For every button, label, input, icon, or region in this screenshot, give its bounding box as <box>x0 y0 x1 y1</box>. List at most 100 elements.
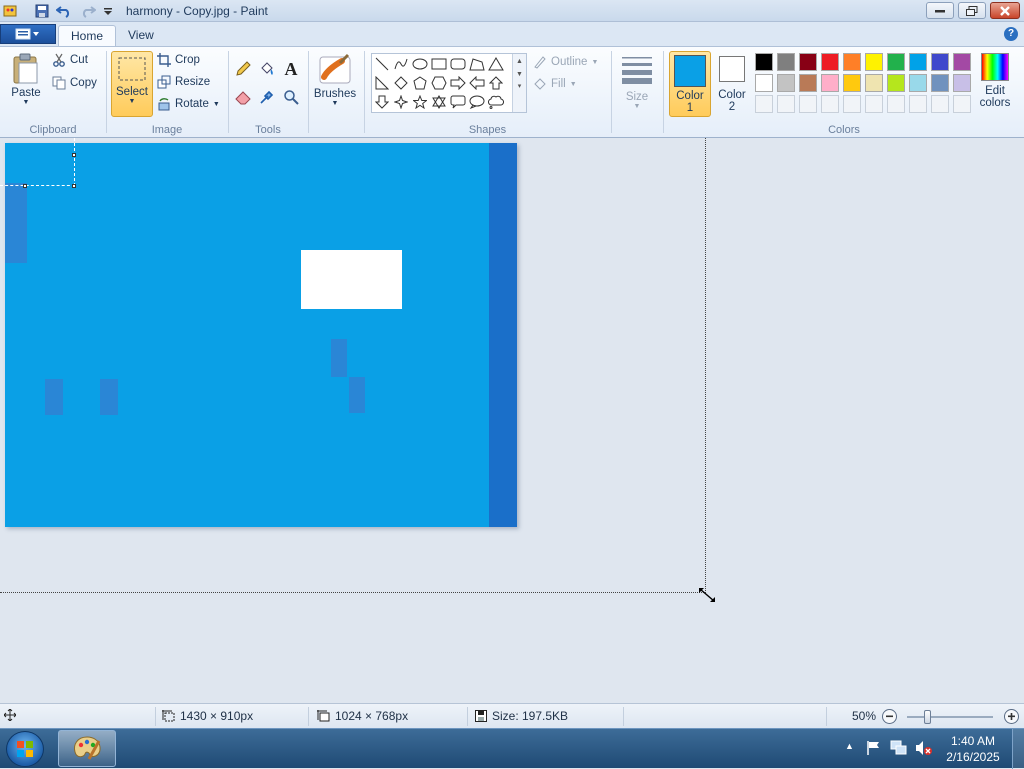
fill-button[interactable]: Fill ▼ <box>533 77 577 91</box>
zoom-slider-thumb[interactable] <box>924 710 931 724</box>
selection-handle[interactable] <box>23 184 27 188</box>
palette-color-swatch[interactable] <box>953 74 971 92</box>
taskbar-paint-button[interactable] <box>58 730 116 767</box>
paste-button[interactable]: Paste ▼ <box>6 53 46 106</box>
paint-app-icon[interactable] <box>2 3 18 19</box>
palette-color-swatch[interactable] <box>799 74 817 92</box>
palette-color-swatch[interactable] <box>909 74 927 92</box>
palette-color-swatch[interactable] <box>777 53 795 71</box>
zoom-slider[interactable] <box>907 710 993 724</box>
custom-color-slot[interactable] <box>931 95 949 113</box>
custom-color-slot[interactable] <box>843 95 861 113</box>
redo-icon[interactable] <box>80 3 96 19</box>
palette-color-swatch[interactable] <box>887 53 905 71</box>
zoom-in-button[interactable] <box>1004 709 1019 724</box>
network-icon[interactable] <box>890 740 908 759</box>
palette-color-swatch[interactable] <box>865 74 883 92</box>
curve-shape-icon[interactable] <box>392 55 410 73</box>
palette-color-swatch[interactable] <box>887 74 905 92</box>
text-tool-icon[interactable]: A <box>281 59 301 79</box>
cloud-callout-shape-icon[interactable] <box>487 93 505 111</box>
copy-button[interactable]: Copy <box>52 76 97 90</box>
rounded-callout-shape-icon[interactable] <box>449 93 467 111</box>
zoom-out-button[interactable] <box>882 709 897 724</box>
custom-color-slot[interactable] <box>865 95 883 113</box>
maximize-button[interactable] <box>958 2 986 19</box>
edit-colors-button[interactable]: Edit colors <box>976 53 1014 109</box>
color-picker-icon[interactable] <box>257 87 277 107</box>
custom-color-slot[interactable] <box>909 95 927 113</box>
canvas-image[interactable] <box>0 138 517 527</box>
tab-view[interactable]: View <box>116 25 166 46</box>
crop-button[interactable]: Crop <box>157 53 200 67</box>
down-arrow-shape-icon[interactable] <box>373 93 391 111</box>
palette-color-swatch[interactable] <box>755 74 773 92</box>
custom-color-slot[interactable] <box>799 95 817 113</box>
cut-button[interactable]: Cut <box>52 53 88 67</box>
custom-color-slot[interactable] <box>821 95 839 113</box>
five-point-star-shape-icon[interactable] <box>411 93 429 111</box>
undo-icon[interactable] <box>56 3 72 19</box>
eraser-icon[interactable] <box>233 87 253 107</box>
polygon-shape-icon[interactable] <box>468 55 486 73</box>
custom-color-slot[interactable] <box>755 95 773 113</box>
right-arrow-shape-icon[interactable] <box>449 74 467 92</box>
line-shape-icon[interactable] <box>373 55 391 73</box>
pencil-icon[interactable] <box>233 59 253 79</box>
customize-qat-icon[interactable] <box>100 3 116 19</box>
up-arrow-shape-icon[interactable] <box>487 74 505 92</box>
outline-button[interactable]: Outline ▼ <box>533 55 598 69</box>
palette-color-swatch[interactable] <box>865 53 883 71</box>
pentagon-shape-icon[interactable] <box>411 74 429 92</box>
chevron-up-icon[interactable]: ▲ <box>513 58 526 65</box>
size-button[interactable]: Size ▼ <box>616 53 658 110</box>
palette-color-swatch[interactable] <box>799 53 817 71</box>
action-center-flag-icon[interactable] <box>866 740 882 759</box>
palette-color-swatch[interactable] <box>821 53 839 71</box>
resize-cursor-icon[interactable] <box>698 587 718 606</box>
palette-color-swatch[interactable] <box>843 53 861 71</box>
triangle-shape-icon[interactable] <box>487 55 505 73</box>
selection-handle[interactable] <box>72 184 76 188</box>
oval-callout-shape-icon[interactable] <box>468 93 486 111</box>
rectangle-shape-icon[interactable] <box>430 55 448 73</box>
canvas-workspace[interactable] <box>0 138 1024 703</box>
custom-color-slot[interactable] <box>777 95 795 113</box>
palette-color-swatch[interactable] <box>931 74 949 92</box>
shapes-gallery[interactable]: ▲ ▼ ▾ <box>371 53 527 113</box>
four-point-star-shape-icon[interactable] <box>392 93 410 111</box>
color-2-button[interactable]: Color 2 <box>714 54 750 113</box>
palette-color-swatch[interactable] <box>953 53 971 71</box>
left-arrow-shape-icon[interactable] <box>468 74 486 92</box>
custom-color-slot[interactable] <box>887 95 905 113</box>
selection-rectangle[interactable] <box>0 138 75 186</box>
color-1-button[interactable]: Color 1 <box>669 51 711 117</box>
brushes-button[interactable]: Brushes ▼ <box>312 53 358 107</box>
six-point-star-shape-icon[interactable] <box>430 93 448 111</box>
close-button[interactable] <box>990 2 1020 19</box>
paint-menu-button[interactable] <box>0 24 56 44</box>
minimize-button[interactable] <box>926 2 954 19</box>
rotate-button[interactable]: Rotate ▼ <box>157 97 220 111</box>
oval-shape-icon[interactable] <box>411 55 429 73</box>
show-desktop-button[interactable] <box>1012 729 1024 769</box>
palette-color-swatch[interactable] <box>821 74 839 92</box>
tab-home[interactable]: Home <box>58 25 117 46</box>
volume-muted-icon[interactable] <box>915 740 933 759</box>
resize-button[interactable]: Resize <box>157 75 210 89</box>
right-triangle-shape-icon[interactable] <box>373 74 391 92</box>
magnifier-icon[interactable] <box>281 87 301 107</box>
custom-color-slot[interactable] <box>953 95 971 113</box>
hexagon-shape-icon[interactable] <box>430 74 448 92</box>
selection-handle[interactable] <box>72 153 76 157</box>
expand-gallery-icon[interactable]: ▾ <box>513 82 526 90</box>
start-button[interactable] <box>6 731 44 767</box>
fill-bucket-icon[interactable] <box>257 59 277 79</box>
help-icon[interactable]: ? <box>1004 27 1018 41</box>
save-icon[interactable] <box>34 3 50 19</box>
palette-color-swatch[interactable] <box>931 53 949 71</box>
diamond-shape-icon[interactable] <box>392 74 410 92</box>
palette-color-swatch[interactable] <box>909 53 927 71</box>
chevron-down-icon[interactable]: ▼ <box>513 71 526 78</box>
clock[interactable]: 1:40 AM 2/16/2025 <box>940 733 1006 765</box>
